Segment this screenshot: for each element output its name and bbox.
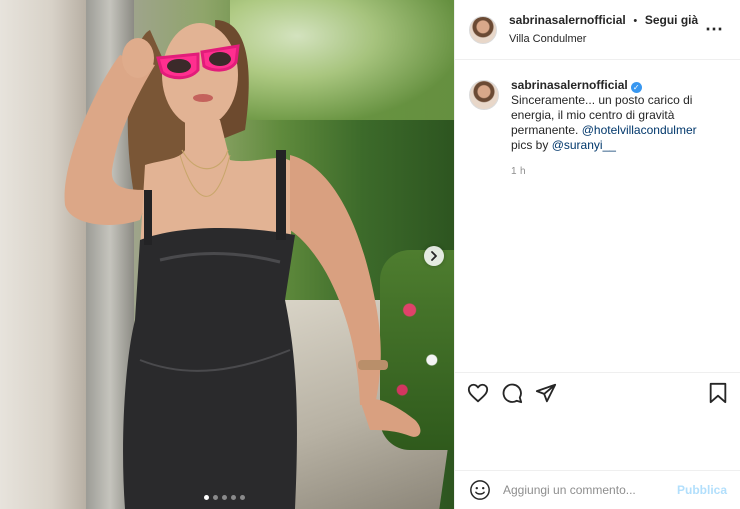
more-options-icon[interactable]: ⋯	[702, 19, 726, 40]
action-bar	[455, 372, 740, 412]
comment-box: Pubblica	[455, 470, 740, 509]
author-username[interactable]: sabrinasalernofficial	[509, 13, 626, 27]
caption-username[interactable]: sabrinasalernofficial	[511, 78, 628, 92]
follow-button[interactable]: Segui già	[645, 13, 698, 27]
caption-pics-by: pics by	[511, 138, 549, 152]
carousel-dot	[222, 495, 227, 500]
caption-body: sabrinasalernofficial ✓ Sinceramente... u…	[511, 78, 711, 179]
post-photo[interactable]	[0, 0, 454, 509]
comment-input[interactable]	[503, 483, 677, 497]
instagram-post: sabrinasalernofficial • Segui già Villa …	[0, 0, 740, 509]
carousel-dot	[213, 495, 218, 500]
publish-button[interactable]: Pubblica	[677, 483, 727, 497]
bookmark-icon[interactable]	[707, 382, 729, 404]
author-info: sabrinasalernofficial • Segui già Villa …	[509, 12, 702, 47]
separator-dot: •	[633, 15, 638, 27]
post-location[interactable]: Villa Condulmer	[509, 31, 702, 47]
post-side-panel: sabrinasalernofficial • Segui già Villa …	[454, 0, 740, 509]
verified-badge-icon: ✓	[630, 82, 642, 93]
chevron-right-icon	[431, 251, 437, 261]
carousel-dot	[231, 495, 236, 500]
share-icon[interactable]	[535, 382, 557, 404]
comment-icon[interactable]	[501, 382, 523, 404]
carousel-dot	[240, 495, 245, 500]
caption-mention-hotel[interactable]: @hotelvillacondulmer	[582, 123, 697, 137]
carousel-next-button[interactable]	[424, 246, 444, 266]
heart-icon[interactable]	[467, 382, 489, 404]
caption-avatar[interactable]	[469, 80, 499, 110]
emoji-icon[interactable]	[469, 479, 491, 501]
post-timestamp[interactable]: 1 h	[511, 164, 711, 179]
post-header: sabrinasalernofficial • Segui già Villa …	[455, 0, 740, 60]
caption-mention-photographer[interactable]: @suranyi__	[552, 138, 616, 152]
carousel-indicator	[204, 495, 245, 500]
author-avatar[interactable]	[469, 15, 497, 44]
carousel-dot	[204, 495, 209, 500]
photo-woman-figure	[64, 20, 421, 509]
post-caption: sabrinasalernofficial ✓ Sinceramente... u…	[455, 60, 740, 179]
